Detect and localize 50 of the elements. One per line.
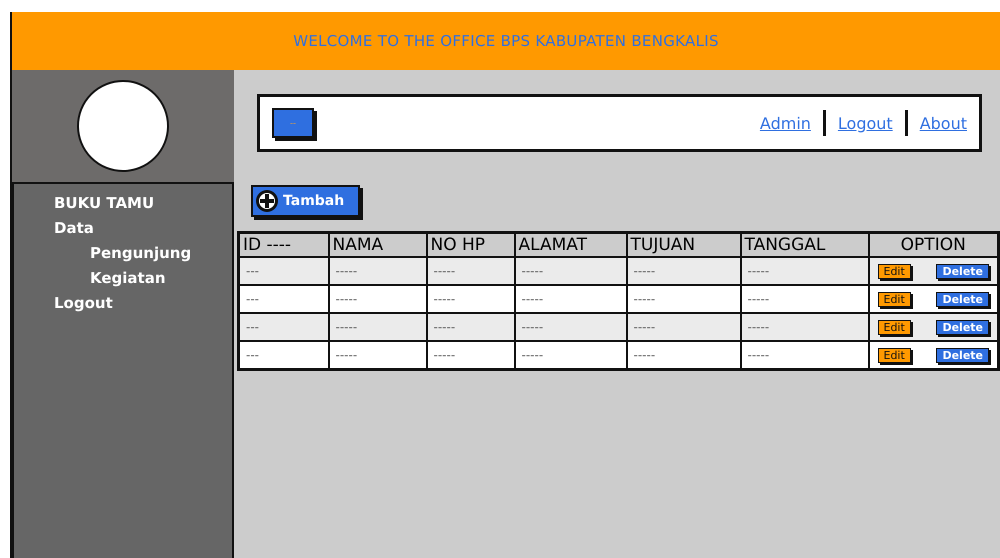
table-cell: ----- <box>328 285 426 313</box>
table-cell: --- <box>238 313 328 341</box>
delete-button[interactable]: Delete <box>936 320 989 334</box>
nav-link[interactable]: Logout <box>838 114 893 132</box>
sidebar-subitem[interactable]: Kegiatan <box>90 269 166 287</box>
sidebar-item[interactable]: BUKU TAMU <box>54 194 154 212</box>
table-cell: ----- <box>328 257 426 285</box>
table-cell: ----- <box>626 285 740 313</box>
table-cell: ----- <box>740 285 868 313</box>
column-header: ID ---- <box>238 232 328 257</box>
edit-button[interactable]: Edit <box>878 264 911 278</box>
delete-button[interactable]: Delete <box>936 292 989 306</box>
column-header: ALAMAT <box>514 232 626 257</box>
column-header: NAMA <box>328 232 426 257</box>
edit-button[interactable]: Edit <box>878 348 911 362</box>
table-cell: --- <box>238 285 328 313</box>
table-cell: ----- <box>626 257 740 285</box>
delete-button[interactable]: Delete <box>936 264 989 278</box>
edit-button[interactable]: Edit <box>878 292 911 306</box>
column-header: NO HP <box>426 232 514 257</box>
sidebar-item[interactable]: Data <box>54 219 94 237</box>
table-cell: ----- <box>514 341 626 370</box>
column-header: TANGGAL <box>740 232 868 257</box>
plus-icon <box>255 189 279 213</box>
nav-link[interactable]: Admin <box>760 114 811 132</box>
add-button[interactable]: Tambah <box>251 185 360 217</box>
column-header: OPTION <box>868 232 998 257</box>
nav-link[interactable]: About <box>920 114 967 132</box>
table-cell: ----- <box>426 285 514 313</box>
sidebar-item[interactable]: Logout <box>54 294 113 312</box>
table-cell: ----- <box>740 313 868 341</box>
sidebar-subitem[interactable]: Pengunjung <box>90 244 192 262</box>
table-cell: ----- <box>514 313 626 341</box>
table-cell: ----- <box>328 313 426 341</box>
table-cell: --- <box>238 257 328 285</box>
table-cell: ----- <box>740 341 868 370</box>
header-title: WELCOME TO THE OFFICE BPS KABUPATEN BENGKALIS <box>293 32 719 50</box>
table-cell: ----- <box>328 341 426 370</box>
edit-button[interactable]: Edit <box>878 320 911 334</box>
table-cell: ----- <box>626 313 740 341</box>
table-cell: ----- <box>426 257 514 285</box>
delete-button[interactable]: Delete <box>936 348 989 362</box>
table-cell: --- <box>238 341 328 370</box>
column-header: TUJUAN <box>626 232 740 257</box>
table-cell: ----- <box>426 341 514 370</box>
table-cell: ----- <box>514 257 626 285</box>
table-cell: ----- <box>626 341 740 370</box>
table-cell: ----- <box>514 285 626 313</box>
table-cell: ----- <box>740 257 868 285</box>
table-cell: ----- <box>426 313 514 341</box>
